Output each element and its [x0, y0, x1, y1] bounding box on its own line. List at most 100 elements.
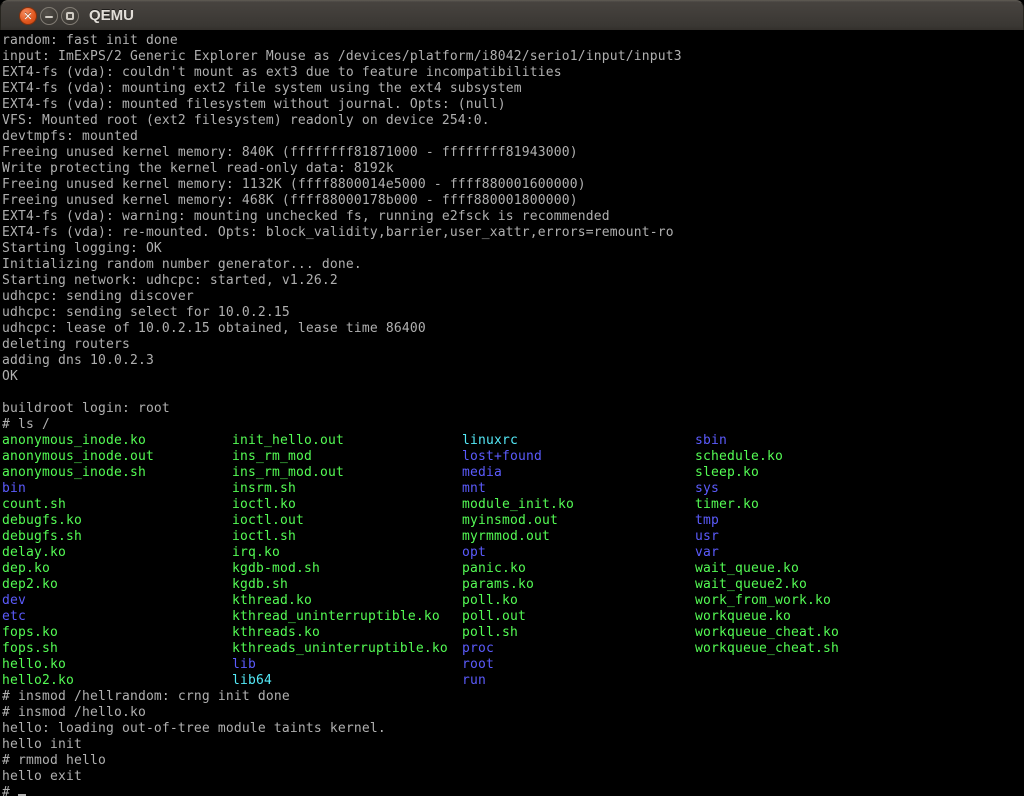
login-line: buildroot login: root: [2, 401, 1024, 417]
ls-entry: lib64: [232, 673, 272, 689]
ls-entry: params.ko: [462, 577, 534, 593]
ls-entry: module_init.ko: [462, 497, 574, 513]
qemu-window: ✕ QEMU random: fast init doneinput: ImEx…: [0, 0, 1024, 796]
boot-log-line: devtmpfs: mounted: [2, 129, 1024, 145]
boot-log-line: udhcpc: lease of 10.0.2.15 obtained, lea…: [2, 321, 1024, 337]
ls-entry: ioctl.ko: [232, 497, 296, 513]
ls-entry: init_hello.out: [232, 433, 344, 449]
ls-entry: ioctl.out: [232, 513, 304, 529]
ls-entry: myrmmod.out: [462, 529, 550, 545]
ls-output-row: dep.ko kgdb-mod.sh panic.ko wait_queue.ko: [2, 561, 1024, 577]
ls-entry: kthread_uninterruptible.ko: [232, 609, 440, 625]
ls-entry: work_from_work.ko: [695, 593, 831, 609]
ls-entry: usr: [695, 529, 719, 545]
ls-entry: schedule.ko: [695, 449, 783, 465]
ls-entry: ins_rm_mod: [232, 449, 312, 465]
ls-entry: dev: [2, 593, 26, 609]
ls-output-row: debugfs.ko ioctl.out myinsmod.out tmp: [2, 513, 1024, 529]
ls-entry: dep2.ko: [2, 577, 58, 593]
ls-entry: anonymous_inode.ko: [2, 433, 146, 449]
boot-log-line: Write protecting the kernel read-only da…: [2, 161, 1024, 177]
ls-output-row: anonymous_inode.out ins_rm_mod lost+found s…: [2, 449, 1024, 465]
ls-entry: poll.sh: [462, 625, 518, 641]
ls-entry: workqueue.ko: [695, 609, 791, 625]
ls-output-row: debugfs.shioctl.shmyrmmod.outusr: [2, 529, 1024, 545]
ls-entry: sbin: [695, 433, 727, 449]
terminal-console[interactable]: random: fast init doneinput: ImExPS/2 Ge…: [0, 30, 1024, 796]
ls-entry: workqueue_cheat.ko: [695, 625, 839, 641]
ls-entry: myinsmod.out: [462, 513, 558, 529]
ls-entry: delay.ko: [2, 545, 66, 561]
ls-entry: run: [462, 673, 486, 689]
titlebar[interactable]: ✕ QEMU: [0, 0, 1024, 30]
boot-log-line: Initializing random number generator... …: [2, 257, 1024, 273]
shell-line: # insmod /hellrandom: crng init done: [2, 689, 1024, 705]
shell-line: # insmod /hello.ko: [2, 705, 1024, 721]
ls-entry: ioctl.sh: [232, 529, 296, 545]
ls-entry: kgdb.sh: [232, 577, 288, 593]
boot-log-line: udhcpc: sending select for 10.0.2.15: [2, 305, 1024, 321]
boot-log-line: [2, 385, 1024, 401]
ls-output-row: dep2.ko kgdb.sh params.ko wait_queue2.ko: [2, 577, 1024, 593]
ls-entry: proc: [462, 641, 494, 657]
boot-log-line: udhcpc: sending discover: [2, 289, 1024, 305]
ls-output-row: dev kthread.ko poll.ko work_from_work.ko: [2, 593, 1024, 609]
ls-entry: hello2.ko: [2, 673, 74, 689]
ls-entry: dep.ko: [2, 561, 50, 577]
ls-entry: timer.ko: [695, 497, 759, 513]
prompt-line: #: [2, 785, 1024, 796]
close-icon: ✕: [23, 11, 32, 22]
ls-entry: var: [695, 545, 719, 561]
ls-entry: lib: [232, 657, 256, 673]
boot-log-line: EXT4-fs (vda): mounting ext2 file system…: [2, 81, 1024, 97]
ls-entry: media: [462, 465, 502, 481]
boot-log-line: Starting network: udhcpc: started, v1.26…: [2, 273, 1024, 289]
ls-entry: anonymous_inode.sh: [2, 465, 146, 481]
minimize-icon: [45, 16, 53, 18]
close-button[interactable]: ✕: [19, 7, 37, 25]
ls-command-line: # ls /: [2, 417, 1024, 433]
ls-output-row: bininsrm.shmntsys: [2, 481, 1024, 497]
ls-entry: panic.ko: [462, 561, 526, 577]
ls-entry: poll.ko: [462, 593, 518, 609]
shell-line: # rmmod hello: [2, 753, 1024, 769]
ls-entry: wait_queue2.ko: [695, 577, 807, 593]
ls-entry: root: [462, 657, 494, 673]
ls-output-row: etckthread_uninterruptible.kopoll.outwor…: [2, 609, 1024, 625]
shell-line: hello: loading out-of-tree module taints…: [2, 721, 1024, 737]
boot-log-line: adding dns 10.0.2.3: [2, 353, 1024, 369]
boot-log-line: EXT4-fs (vda): re-mounted. Opts: block_v…: [2, 225, 1024, 241]
boot-log-line: Freeing unused kernel memory: 840K (ffff…: [2, 145, 1024, 161]
maximize-button[interactable]: [61, 7, 79, 25]
boot-log-line: Starting logging: OK: [2, 241, 1024, 257]
ls-output-row: delay.koirq.kooptvar: [2, 545, 1024, 561]
ls-entry: anonymous_inode.out: [2, 449, 154, 465]
ls-entry: sleep.ko: [695, 465, 759, 481]
ls-entry: mnt: [462, 481, 486, 497]
ls-output-row: hello.kolibroot: [2, 657, 1024, 673]
minimize-button[interactable]: [40, 7, 58, 25]
ls-entry: debugfs.ko: [2, 513, 82, 529]
ls-entry: wait_queue.ko: [695, 561, 799, 577]
ls-entry: count.sh: [2, 497, 66, 513]
boot-log-line: VFS: Mounted root (ext2 filesystem) read…: [2, 113, 1024, 129]
shell-line: hello exit: [2, 769, 1024, 785]
ls-entry: lost+found: [462, 449, 542, 465]
ls-entry: opt: [462, 545, 486, 561]
ls-entry: kthreads.ko: [232, 625, 320, 641]
ls-entry: workqueue_cheat.sh: [695, 641, 839, 657]
ls-entry: kgdb-mod.sh: [232, 561, 320, 577]
ls-entry: tmp: [695, 513, 719, 529]
ls-output-row: count.sh ioctl.ko module_init.ko timer.ko: [2, 497, 1024, 513]
boot-log-line: random: fast init done: [2, 33, 1024, 49]
ls-output-row: hello2.ko lib64 run: [2, 673, 1024, 689]
ls-entry: linuxrc: [462, 433, 518, 449]
ls-entry: kthreads_uninterruptible.ko: [232, 641, 448, 657]
ls-entry: fops.sh: [2, 641, 58, 657]
ls-entry: ins_rm_mod.out: [232, 465, 344, 481]
ls-entry: kthread.ko: [232, 593, 312, 609]
ls-entry: etc: [2, 609, 26, 625]
ls-entry: sys: [695, 481, 719, 497]
boot-log-line: OK: [2, 369, 1024, 385]
boot-log-line: deleting routers: [2, 337, 1024, 353]
